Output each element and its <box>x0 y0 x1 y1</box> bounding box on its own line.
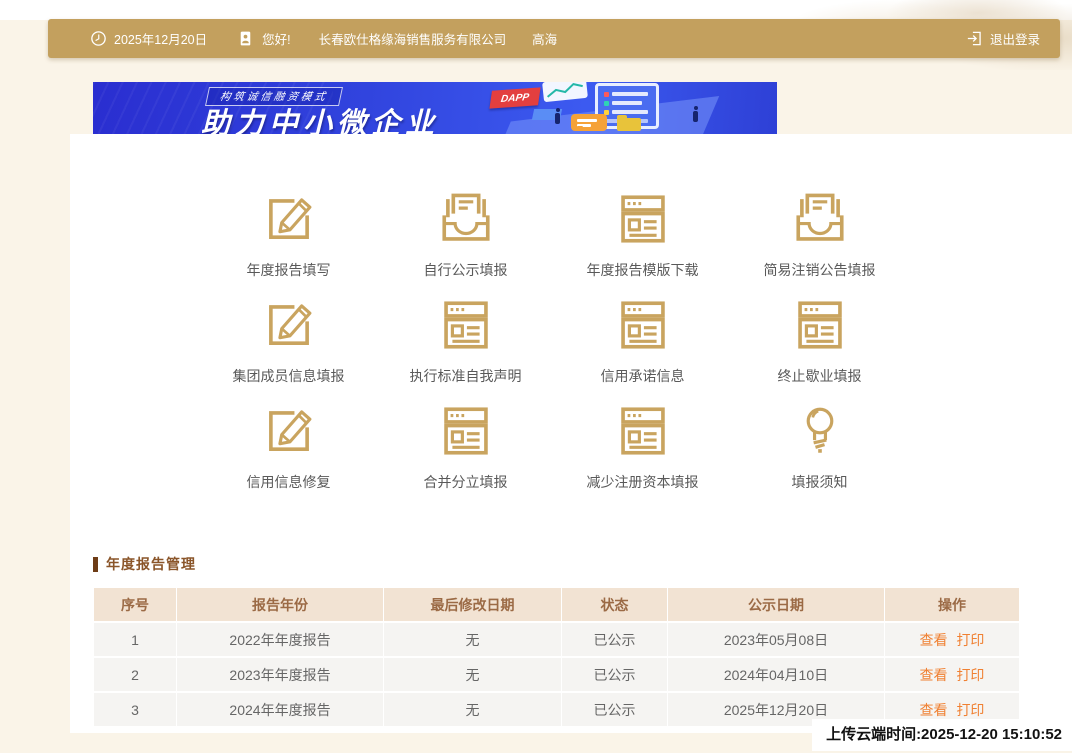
menu-item-credit-repair[interactable]: 信用信息修复 <box>200 392 377 498</box>
view-link[interactable]: 查看 <box>920 702 948 718</box>
logout-button[interactable]: 退出登录 <box>966 29 1040 48</box>
menu-item-self-publicity[interactable]: 自行公示填报 <box>377 180 554 286</box>
menu-item-label: 填报须知 <box>792 472 848 492</box>
id-badge-icon <box>237 30 254 47</box>
browser-icon <box>437 296 495 354</box>
inbox-icon <box>791 190 849 248</box>
browser-icon <box>437 402 495 460</box>
view-link[interactable]: 查看 <box>920 667 948 683</box>
menu-item-label: 信用信息修复 <box>247 472 331 492</box>
print-link[interactable]: 打印 <box>956 667 984 683</box>
menu-item-label: 执行标准自我声明 <box>410 366 522 386</box>
menu-item-label: 简易注销公告填报 <box>764 260 876 280</box>
folder-illustration <box>617 118 641 131</box>
edit-icon <box>260 190 318 248</box>
topbar: 2025年12月20日 您好! 长春欧仕格缘海销售服务有限公司 高海 退出登录 <box>48 19 1060 58</box>
promo-banner[interactable]: 构筑诚信融资模式 助力中小微企业 DAPP <box>93 82 777 134</box>
cell-report-year: 2022年年度报告 <box>177 623 383 656</box>
menu-item-merger-division[interactable]: 合并分立填报 <box>377 392 554 498</box>
cell-status: 已公示 <box>562 623 667 656</box>
table-row: 1 2022年年度报告 无 已公示 2023年05月08日 查看 打印 <box>94 623 1019 656</box>
header-status: 状态 <box>562 588 667 621</box>
banner-headline: 助力中小微企业 <box>201 100 439 134</box>
chart-card-illustration <box>542 82 588 102</box>
cell-report-year: 2024年年度报告 <box>177 693 383 726</box>
main-card: 年度报告填写 自行公示填报 年度报告模版下载 简易注销公告填报 集团成员信息填报… <box>70 134 1072 733</box>
annual-report-table: 序号 报告年份 最后修改日期 状态 公示日期 操作 1 2022年年度报告 无 … <box>93 586 1020 728</box>
person-illustration <box>555 113 560 124</box>
cell-no: 2 <box>94 658 176 691</box>
menu-item-label: 集团成员信息填报 <box>233 366 345 386</box>
menu-item-simple-cancellation[interactable]: 简易注销公告填报 <box>731 180 908 286</box>
edit-icon <box>260 402 318 460</box>
browser-icon <box>791 296 849 354</box>
menu-item-label: 年度报告填写 <box>247 260 331 280</box>
clock-icon <box>90 30 107 47</box>
logout-label: 退出登录 <box>990 29 1040 48</box>
menu-item-label: 年度报告模版下载 <box>587 260 699 280</box>
cell-report-year: 2023年年度报告 <box>177 658 383 691</box>
menu-item-annual-report-write[interactable]: 年度报告填写 <box>200 180 377 286</box>
upload-time-caption: 上传云端时间:2025-12-20 15:10:52 <box>812 719 1072 751</box>
company-name: 长春欧仕格缘海销售服务有限公司 <box>319 29 507 48</box>
cell-publish-date: 2024年04月10日 <box>668 658 884 691</box>
menu-item-capital-reduction[interactable]: 减少注册资本填报 <box>554 392 731 498</box>
chat-bubble-illustration <box>571 114 607 131</box>
inbox-icon <box>437 190 495 248</box>
cell-status: 已公示 <box>562 693 667 726</box>
cell-last-modified: 无 <box>384 693 561 726</box>
person-illustration <box>693 111 698 122</box>
user-name: 高海 <box>532 29 557 48</box>
cell-no: 1 <box>94 623 176 656</box>
browser-icon <box>614 296 672 354</box>
print-link[interactable]: 打印 <box>956 702 984 718</box>
menu-item-standard-self-declaration[interactable]: 执行标准自我声明 <box>377 286 554 392</box>
header-actions: 操作 <box>885 588 1019 621</box>
menu-item-label: 减少注册资本填报 <box>587 472 699 492</box>
cell-last-modified: 无 <box>384 623 561 656</box>
cell-status: 已公示 <box>562 658 667 691</box>
view-link[interactable]: 查看 <box>920 632 948 648</box>
header-no: 序号 <box>94 588 176 621</box>
cell-publish-date: 2023年05月08日 <box>668 623 884 656</box>
menu-item-label: 信用承诺信息 <box>601 366 685 386</box>
lightbulb-icon <box>791 402 849 460</box>
header-last-modified: 最后修改日期 <box>384 588 561 621</box>
edit-icon <box>260 296 318 354</box>
menu-item-label: 终止歇业填报 <box>778 366 862 386</box>
print-link[interactable]: 打印 <box>956 632 984 648</box>
current-date: 2025年12月20日 <box>114 29 207 48</box>
table-row: 2 2023年年度报告 无 已公示 2024年04月10日 查看 打印 <box>94 658 1019 691</box>
dapp-badge: DAPP <box>489 87 540 108</box>
menu-item-business-termination[interactable]: 终止歇业填报 <box>731 286 908 392</box>
greeting-text: 您好! <box>262 29 290 48</box>
menu-item-template-download[interactable]: 年度报告模版下载 <box>554 180 731 286</box>
menu-item-filing-instructions[interactable]: 填报须知 <box>731 392 908 498</box>
section-title-text: 年度报告管理 <box>106 554 196 574</box>
page: 2025年12月20日 您好! 长春欧仕格缘海销售服务有限公司 高海 退出登录 … <box>0 0 1072 753</box>
cell-no: 3 <box>94 693 176 726</box>
browser-icon <box>614 402 672 460</box>
menu-item-label: 合并分立填报 <box>424 472 508 492</box>
logout-icon <box>966 30 983 47</box>
cell-last-modified: 无 <box>384 658 561 691</box>
header-publish-date: 公示日期 <box>668 588 884 621</box>
menu-item-group-member-info[interactable]: 集团成员信息填报 <box>200 286 377 392</box>
menu-item-credit-commitment[interactable]: 信用承诺信息 <box>554 286 731 392</box>
header-report-year: 报告年份 <box>177 588 383 621</box>
menu-grid: 年度报告填写 自行公示填报 年度报告模版下载 简易注销公告填报 集团成员信息填报… <box>200 180 908 498</box>
cell-actions: 查看 打印 <box>885 623 1019 656</box>
table-header-row: 序号 报告年份 最后修改日期 状态 公示日期 操作 <box>94 588 1019 621</box>
browser-icon <box>614 190 672 248</box>
cell-actions: 查看 打印 <box>885 658 1019 691</box>
section-title-bar <box>93 557 98 572</box>
menu-item-label: 自行公示填报 <box>424 260 508 280</box>
annual-report-section-title: 年度报告管理 <box>93 554 196 574</box>
